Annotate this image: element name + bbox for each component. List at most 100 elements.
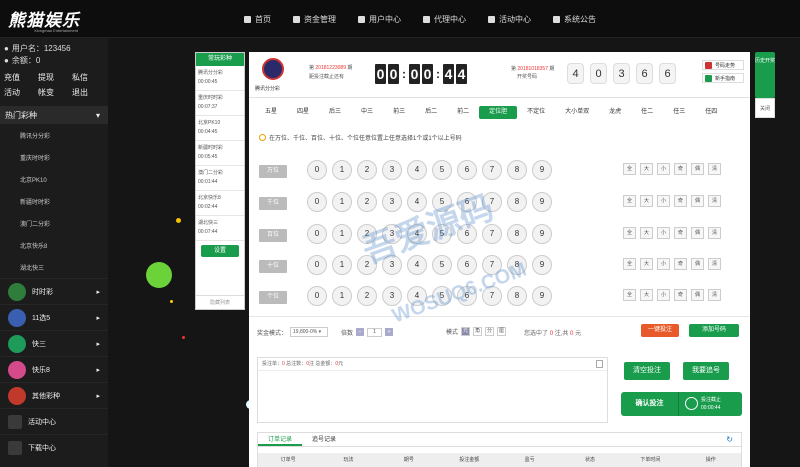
sidebar-item-kl8[interactable]: 北京快乐8 (0, 234, 108, 256)
number-ball[interactable]: 8 (507, 224, 527, 244)
account-changes-button[interactable]: 帐变 (38, 87, 66, 98)
tab-rensan[interactable]: 任三 (663, 106, 695, 119)
number-ball[interactable]: 8 (507, 160, 527, 180)
filter-button[interactable]: 全 (623, 195, 636, 207)
number-ball[interactable]: 0 (307, 255, 327, 275)
number-ball[interactable]: 5 (432, 255, 452, 275)
number-ball[interactable]: 9 (532, 192, 552, 212)
filter-button[interactable]: 偶 (691, 163, 704, 175)
number-ball[interactable]: 9 (532, 255, 552, 275)
number-ball[interactable]: 7 (482, 192, 502, 212)
number-ball[interactable]: 4 (407, 255, 427, 275)
quick-bet-button[interactable]: 一键投注 (641, 324, 679, 337)
category-k3[interactable]: 快三 ▸ (0, 330, 108, 356)
filter-button[interactable]: 小 (657, 227, 670, 239)
number-ball[interactable]: 8 (507, 286, 527, 306)
logout-button[interactable]: 退出 (72, 87, 100, 98)
number-ball[interactable]: 5 (432, 286, 452, 306)
filter-button[interactable]: 偶 (691, 227, 704, 239)
number-ball[interactable]: 0 (307, 224, 327, 244)
number-ball[interactable]: 8 (507, 255, 527, 275)
tab-sixing[interactable]: 四星 (287, 106, 319, 119)
number-ball[interactable]: 4 (407, 286, 427, 306)
download-center-link[interactable]: 下载中心 (0, 434, 108, 460)
beginner-guide-link[interactable]: 新手指南 (702, 73, 744, 83)
filter-button[interactable]: 清 (708, 195, 721, 207)
number-ball[interactable]: 6 (457, 192, 477, 212)
number-ball[interactable]: 1 (332, 192, 352, 212)
filter-button[interactable]: 全 (623, 163, 636, 175)
number-ball[interactable]: 6 (457, 286, 477, 306)
chase-number-button[interactable]: 我要追号 (683, 362, 729, 380)
common-game-item[interactable]: 澳门二分彩 00:01:44 (196, 166, 244, 191)
tab-wuxing[interactable]: 五星 (255, 106, 287, 119)
number-ball[interactable]: 0 (307, 192, 327, 212)
number-ball[interactable]: 1 (332, 160, 352, 180)
number-ball[interactable]: 3 (382, 255, 402, 275)
number-ball[interactable]: 8 (507, 192, 527, 212)
tab-daxiaodanshuang[interactable]: 大小单双 (555, 106, 599, 119)
number-ball[interactable]: 7 (482, 224, 502, 244)
filter-button[interactable]: 大 (640, 163, 653, 175)
deposit-button[interactable]: 充值 (4, 72, 32, 83)
number-ball[interactable]: 4 (407, 160, 427, 180)
sidebar-item-xinjiang[interactable]: 新疆时时彩 (0, 190, 108, 212)
filter-button[interactable]: 全 (623, 289, 636, 301)
number-ball[interactable]: 5 (432, 224, 452, 244)
close-history-button[interactable]: 关闭 (755, 98, 775, 118)
number-ball[interactable]: 2 (357, 224, 377, 244)
filter-button[interactable]: 清 (708, 289, 721, 301)
filter-button[interactable]: 奇 (674, 227, 687, 239)
tab-budingwei[interactable]: 不定位 (517, 106, 555, 119)
nav-agent-center[interactable]: 代理中心 (423, 14, 466, 25)
tab-houer[interactable]: 后二 (415, 106, 447, 119)
filter-button[interactable]: 清 (708, 163, 721, 175)
filter-button[interactable]: 奇 (674, 258, 687, 270)
tab-rener[interactable]: 任二 (631, 106, 663, 119)
withdraw-button[interactable]: 提现 (38, 72, 66, 83)
number-ball[interactable]: 9 (532, 224, 552, 244)
nav-funds[interactable]: 资金管理 (293, 14, 336, 25)
filter-button[interactable]: 全 (623, 258, 636, 270)
filter-button[interactable]: 奇 (674, 289, 687, 301)
multiplier-input[interactable]: 1 (367, 327, 383, 337)
nav-announcements[interactable]: 系统公告 (553, 14, 596, 25)
number-ball[interactable]: 5 (432, 160, 452, 180)
mode-yuan[interactable]: 元 (461, 327, 471, 336)
number-ball[interactable]: 0 (307, 160, 327, 180)
sidebar-item-chongqing[interactable]: 重庆时时彩 (0, 146, 108, 168)
number-ball[interactable]: 9 (532, 286, 552, 306)
number-ball[interactable]: 6 (457, 224, 477, 244)
minus-button[interactable]: − (356, 328, 365, 336)
tab-zhongsan[interactable]: 中三 (351, 106, 383, 119)
filter-button[interactable]: 全 (623, 227, 636, 239)
prize-mode-select[interactable]: 19,800-0% ▾ (290, 327, 329, 337)
sidebar-item-tencent[interactable]: 腾讯分分彩 (0, 124, 108, 146)
number-ball[interactable]: 6 (457, 160, 477, 180)
filter-button[interactable]: 小 (657, 258, 670, 270)
number-ball[interactable]: 7 (482, 255, 502, 275)
tab-qiansan[interactable]: 前三 (383, 106, 415, 119)
number-ball[interactable]: 5 (432, 192, 452, 212)
activity-button[interactable]: 活动 (4, 87, 32, 98)
number-ball[interactable]: 0 (307, 286, 327, 306)
number-ball[interactable]: 2 (357, 255, 377, 275)
common-game-item[interactable]: 北京快乐8 00:02:44 (196, 191, 244, 216)
tab-longhu[interactable]: 龙虎 (599, 106, 631, 119)
tab-housan[interactable]: 后三 (319, 106, 351, 119)
filter-button[interactable]: 奇 (674, 163, 687, 175)
filter-button[interactable]: 偶 (691, 195, 704, 207)
number-ball[interactable]: 7 (482, 286, 502, 306)
number-ball[interactable]: 3 (382, 224, 402, 244)
common-game-item[interactable]: 北京PK10 00:04:45 (196, 116, 244, 141)
refresh-icon[interactable]: ↻ (726, 433, 733, 446)
nav-activity-center[interactable]: 活动中心 (488, 14, 531, 25)
common-game-item[interactable]: 重庆时时彩 00:07:37 (196, 91, 244, 116)
filter-button[interactable]: 奇 (674, 195, 687, 207)
nav-user-center[interactable]: 用户中心 (358, 14, 401, 25)
confirm-bet-button[interactable]: 确认投注 投注截止 00:00:44 (621, 392, 742, 416)
filter-button[interactable]: 大 (640, 289, 653, 301)
number-ball[interactable]: 4 (407, 192, 427, 212)
number-trend-link[interactable]: 号码走势 (702, 60, 744, 70)
filter-button[interactable]: 小 (657, 163, 670, 175)
